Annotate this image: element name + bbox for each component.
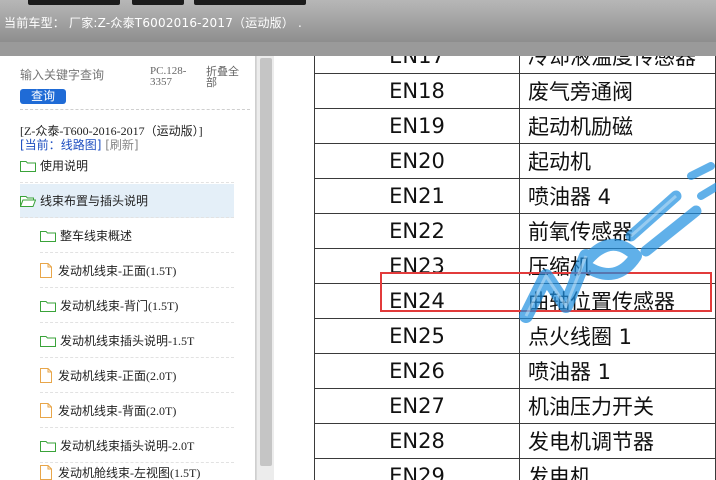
folder-icon [20, 160, 36, 172]
window-tab[interactable] [132, 0, 184, 5]
table-row: EN20 起动机 [314, 143, 716, 179]
tree-item-label: 发动机线束-正面(1.5T) [58, 264, 177, 278]
table-row: EN27 机油压力开关 [314, 388, 716, 424]
tree-item-label: 整车线束概述 [60, 229, 133, 243]
window-tab[interactable] [194, 0, 306, 5]
table-cell-code: EN21 [314, 178, 520, 214]
table-cell-name: 起动机励磁 [518, 108, 716, 144]
table-row: EN17 冷却液温度传感器 [314, 56, 716, 74]
folder-icon [40, 440, 56, 452]
tree-item-usage[interactable]: 使用说明 [20, 149, 234, 183]
table-row: EN19 起动机励磁 [314, 108, 716, 144]
search-area: 查询 PC.128-3357 折叠全部 [20, 64, 250, 110]
folder-icon [40, 300, 56, 312]
tree-item-vehicle-harness[interactable]: 整车线束概述 [40, 219, 234, 253]
table-cell-code: EN24 [314, 283, 520, 319]
table-cell-code: EN22 [314, 213, 520, 249]
search-input[interactable] [20, 68, 140, 83]
table-cell-code: EN23 [314, 248, 520, 284]
tree-item-label: 发动机线束-正面(2.0T) [58, 369, 177, 383]
table-cell-name: 喷油器 1 [518, 353, 716, 389]
table-cell-code: EN17 [314, 56, 520, 74]
search-button[interactable]: 查询 [20, 89, 66, 104]
tree-item-harness-layout[interactable]: 线束布置与插头说明 [20, 184, 234, 218]
table-row: EN25 点火线圈 1 [314, 318, 716, 354]
table-row: EN23 压缩机 [314, 248, 716, 284]
table-cell-name: 前氧传感器 [518, 213, 716, 249]
tree-item-label: 发动机舱线束-左视图(1.5T) [58, 466, 201, 480]
folder-icon [40, 230, 56, 242]
table-cell-name: 喷油器 4 [518, 178, 716, 214]
table-cell-name: 发电机调节器 [518, 423, 716, 459]
table-row-highlighted: EN24 曲轴位置传感器 [314, 283, 716, 319]
pc-code: PC.128-3357 [150, 65, 187, 88]
table-row: EN18 废气旁通阀 [314, 73, 716, 109]
table-cell-name: 冷却液温度传感器 [518, 56, 716, 74]
tree-item-engine-back-20t[interactable]: 发动机线束-背面(2.0T) [40, 394, 234, 428]
table-row: EN21 喷油器 4 [314, 178, 716, 214]
title-bar: 当前车型： 厂家:Z-众泰T6002016-2017（运动版） . [0, 0, 716, 42]
table-cell-name: 曲轴位置传感器 [518, 283, 716, 319]
tree-item-label: 发动机线束插头说明-2.0T [60, 439, 195, 453]
table-row: EN29 发电机 [314, 458, 716, 480]
scrollbar-thumb[interactable] [260, 58, 272, 466]
tree-item-label: 发动机线束插头说明-1.5T [60, 334, 195, 348]
table-cell-name: 发电机 [518, 458, 716, 480]
table-cell-name: 废气旁通阀 [518, 73, 716, 109]
document-icon [40, 368, 52, 383]
table-cell-code: EN25 [314, 318, 520, 354]
document-icon [40, 403, 52, 418]
table-cell-code: EN26 [314, 353, 520, 389]
window-title: 当前车型： 厂家:Z-众泰T6002016-2017（运动版） . [4, 16, 303, 30]
folder-icon [40, 335, 56, 347]
tree-item-label: 使用说明 [40, 159, 89, 173]
table-cell-name: 点火线圈 1 [518, 318, 716, 354]
table-cell-code: EN27 [314, 388, 520, 424]
table-cell-code: EN28 [314, 423, 520, 459]
tree-item-label: 线束布置与插头说明 [40, 194, 149, 208]
table-cell-name: 压缩机 [518, 248, 716, 284]
fold-all-button[interactable]: 折叠全部 [206, 66, 240, 88]
tree-item-label: 发动机线束-背门(1.5T) [60, 299, 179, 313]
table-cell-code: EN20 [314, 143, 520, 179]
content-pane: EN17 冷却液温度传感器 EN18 废气旁通阀 EN19 起动机励磁 EN20 起动机… [274, 56, 716, 480]
sidebar-scrollbar[interactable] [256, 56, 274, 480]
window-tab[interactable] [28, 0, 120, 5]
folder-open-icon [20, 195, 36, 207]
tree-item-engine-bay-left-15t[interactable]: 发动机舱线束-左视图(1.5T) [40, 456, 234, 480]
table-cell-code: EN18 [314, 73, 520, 109]
sidebar: 查询 PC.128-3357 折叠全部 [Z-众泰-T600-2016-2017… [0, 56, 256, 480]
current-model: [Z-众泰-T600-2016-2017（运动版）] [20, 124, 203, 138]
document-icon [40, 263, 52, 278]
table-cell-code: EN29 [314, 458, 520, 480]
connector-table: EN17 冷却液温度传感器 EN18 废气旁通阀 EN19 起动机励磁 EN20 起动机… [314, 56, 716, 480]
document-icon [40, 465, 52, 480]
tree-item-engine-plug-15t[interactable]: 发动机线束插头说明-1.5T [40, 324, 234, 358]
tree-item-engine-rear-15t[interactable]: 发动机线束-背门(1.5T) [40, 289, 234, 323]
tree-item-engine-front-20t[interactable]: 发动机线束-正面(2.0T) [40, 359, 234, 393]
table-cell-name: 起动机 [518, 143, 716, 179]
table-cell-code: EN19 [314, 108, 520, 144]
table-row: EN28 发电机调节器 [314, 423, 716, 459]
table-row: EN22 前氧传感器 [314, 213, 716, 249]
table-cell-name: 机油压力开关 [518, 388, 716, 424]
toolbar-strip [0, 42, 716, 56]
table-row: EN26 喷油器 1 [314, 353, 716, 389]
tree-item-label: 发动机线束-背面(2.0T) [58, 404, 177, 418]
tree-item-engine-front-15t[interactable]: 发动机线束-正面(1.5T) [40, 254, 234, 288]
